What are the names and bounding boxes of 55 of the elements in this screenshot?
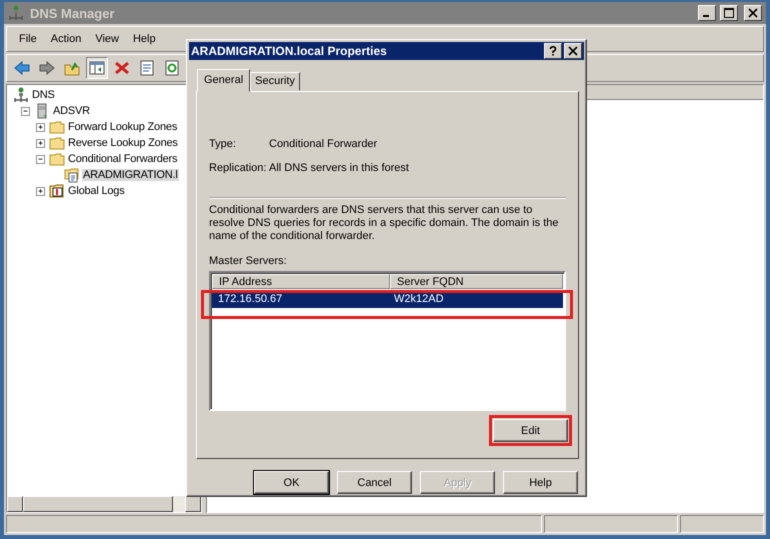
expand-icon[interactable] [36,138,45,148]
folder-icon [49,119,65,135]
folder-icon [49,135,65,151]
edit-button[interactable]: Edit [493,419,568,442]
menu-item[interactable]: Action [44,31,88,47]
server-fqdn: W2k12AD [393,293,445,305]
document-folder-icon [64,167,80,183]
column-header[interactable]: Server FQDN [390,274,563,289]
dialog-button[interactable]: Help [503,471,578,494]
field-value: All DNS servers in this forest [269,162,409,174]
tree-item[interactable]: ADSVR [52,105,91,117]
field-label: Replication: [209,162,268,174]
delete-icon [114,60,130,76]
collapse-icon[interactable] [21,106,30,116]
folder-icon [49,151,65,167]
field-label: Type: [209,138,237,150]
console-tree-icon [89,60,105,76]
menu-item[interactable]: File [13,31,43,47]
field-value: Conditional Forwarder [269,138,378,150]
description-text: Conditional forwarders are DNS servers that this server can use to resolve DNS queries for records in a specific domain. The domain is the name of the conditional forwarder. [209,204,560,243]
back-arrow-icon [14,60,30,76]
column-header[interactable]: IP Address [212,274,390,289]
dialog-button[interactable]: Cancel [337,471,412,494]
dialog-button[interactable]: OK [254,471,329,494]
toolbar-button[interactable] [86,57,108,79]
minimize-icon[interactable] [698,5,716,21]
dns-icon [13,87,29,103]
folder-up-icon [64,60,80,76]
dialog-title: ARADMIGRATION.local Properties [191,44,388,58]
collapse-icon[interactable] [36,154,45,164]
tab[interactable]: Security [250,72,300,91]
expand-icon[interactable] [36,186,45,196]
properties-icon [139,60,155,76]
section-label: Master Servers: [209,255,288,267]
tree-item[interactable]: Reverse Lookup Zones [67,137,179,149]
expand-icon[interactable] [36,122,45,132]
close-icon[interactable] [744,5,762,21]
tree-item[interactable]: ARADMIGRATION.l [82,169,179,181]
forward-arrow-icon [39,60,55,76]
tree-item[interactable]: Conditional Forwarders [67,153,178,165]
menu-item[interactable]: Help [126,31,162,47]
tab[interactable]: General [197,69,250,92]
tree-item[interactable]: Forward Lookup Zones [67,121,178,133]
refresh-icon [164,60,180,76]
help-icon[interactable] [544,43,562,59]
horizontal-scrollbar[interactable] [7,496,201,512]
tree-item[interactable]: Global Logs [67,185,126,197]
menu-item[interactable]: View [89,31,125,47]
log-folder-icon [49,183,65,199]
close-icon[interactable] [564,43,582,59]
ip-address: 172.16.50.67 [217,293,284,305]
dns-icon [8,5,24,21]
maximize-icon[interactable] [720,5,738,21]
tree-item[interactable]: DNS [31,89,56,101]
window-title: DNS Manager [30,6,116,20]
